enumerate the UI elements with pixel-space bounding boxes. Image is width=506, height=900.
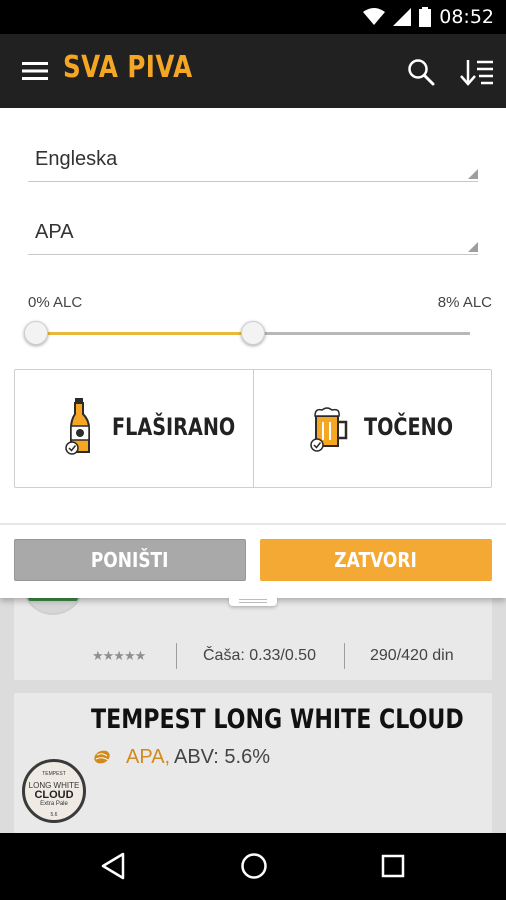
- beer-name: TEMPEST LONG WHITE CLOUD: [91, 704, 464, 735]
- bottle-check-icon: [65, 398, 90, 455]
- option-bottled[interactable]: FLAŠIRANO: [15, 370, 253, 487]
- option-draft-label: TOČENO: [363, 413, 453, 441]
- price: 290/420 din: [370, 647, 454, 664]
- alc-range-fill: [36, 332, 253, 335]
- alc-min-label: 0% ALC: [28, 294, 83, 311]
- signal-icon: [393, 8, 412, 26]
- alc-max-label: 8% ALC: [437, 294, 492, 311]
- panel-handle[interactable]: [229, 596, 277, 606]
- close-button-label: ZATVORI: [334, 548, 418, 572]
- sort-icon[interactable]: [460, 58, 494, 86]
- alc-max-thumb[interactable]: [241, 321, 265, 345]
- back-icon[interactable]: [100, 852, 126, 880]
- navigation-bar: [0, 833, 506, 900]
- beer-style: APA,: [126, 746, 171, 768]
- glass-size: Čaša: 0.33/0.50: [203, 647, 316, 664]
- app-title: SVA PIVA: [63, 50, 193, 85]
- style-value: APA: [35, 221, 74, 243]
- country-dropdown[interactable]: Engleska: [28, 142, 478, 182]
- close-button[interactable]: ZATVORI: [260, 539, 492, 581]
- status-bar: 08:52: [0, 0, 506, 34]
- rating-stars: ★★★★★: [92, 648, 146, 663]
- logo-text: CLOUD: [34, 789, 74, 801]
- panel-divider: [0, 523, 506, 525]
- menu-icon[interactable]: [22, 61, 48, 81]
- status-time: 08:52: [439, 6, 494, 28]
- logo-text: TEMPEST: [42, 771, 66, 777]
- option-bottled-label: FLAŠIRANO: [112, 413, 236, 441]
- reset-button-label: PONIŠTI: [91, 548, 169, 572]
- divider: [176, 643, 177, 669]
- country-value: Engleska: [35, 148, 118, 170]
- filter-panel: Engleska APA 0% ALC 8% ALC FLAŠIRANO TOČ…: [0, 108, 506, 606]
- style-dropdown[interactable]: APA: [28, 215, 478, 255]
- battery-icon: [419, 7, 432, 27]
- divider: [344, 643, 345, 669]
- hop-icon: [94, 750, 110, 764]
- brewery-logo: TEMPEST LONG WHITE CLOUD Extra Pale 5.6: [22, 759, 86, 823]
- option-draft[interactable]: TOČENO: [252, 370, 492, 487]
- reset-button[interactable]: PONIŠTI: [14, 539, 246, 581]
- beer-mug-check-icon: [309, 407, 347, 452]
- logo-text: Extra Pale: [40, 801, 68, 807]
- beer-abv: ABV: 5.6%: [174, 746, 270, 768]
- home-icon[interactable]: [240, 852, 268, 880]
- serving-type-selector: FLAŠIRANO TOČENO: [14, 369, 492, 488]
- app-bar: SVA PIVA: [0, 34, 506, 108]
- dropdown-arrow-icon: [468, 169, 478, 179]
- alc-min-thumb[interactable]: [24, 321, 48, 345]
- recent-apps-icon[interactable]: [381, 854, 405, 878]
- dropdown-arrow-icon: [468, 242, 478, 252]
- search-icon[interactable]: [407, 58, 435, 86]
- wifi-icon: [363, 8, 386, 25]
